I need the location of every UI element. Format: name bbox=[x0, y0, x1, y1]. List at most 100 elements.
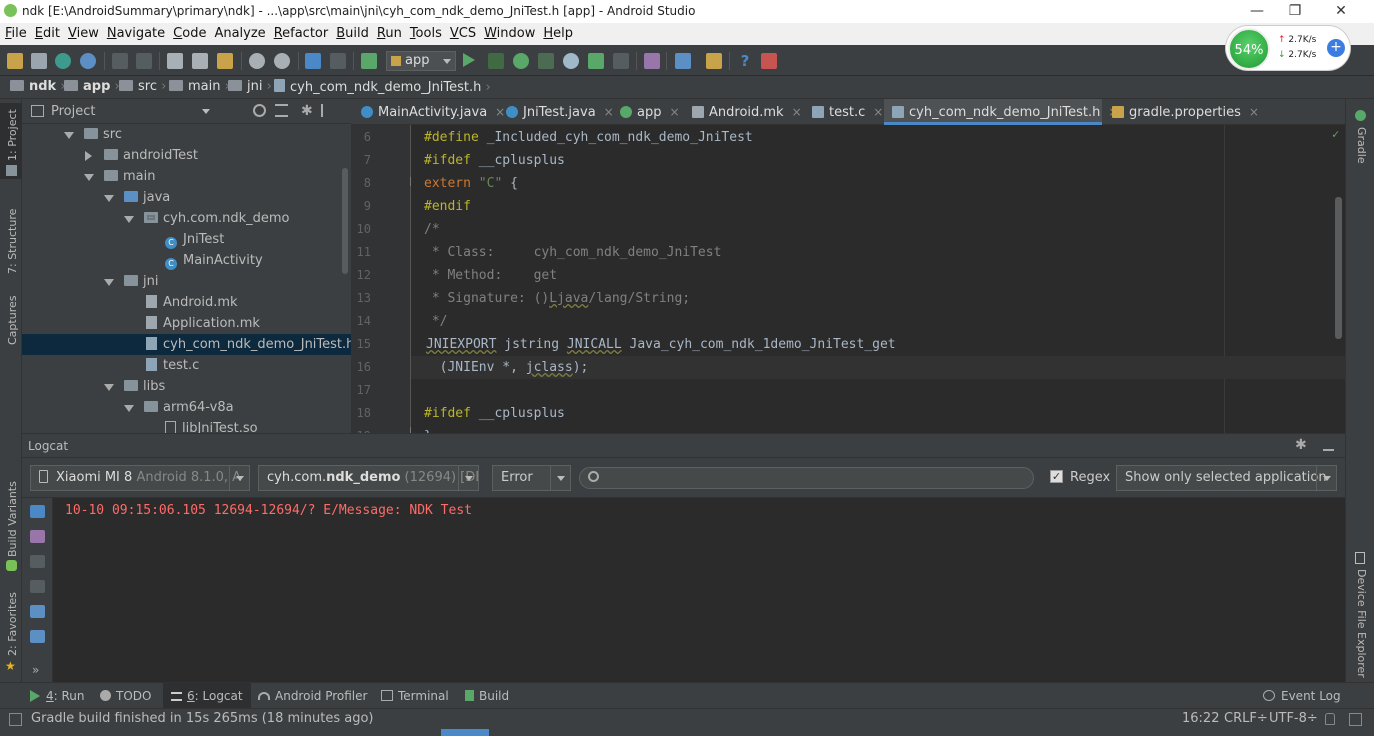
tree-node-jni[interactable]: jni bbox=[104, 271, 158, 292]
tree-node-arm64[interactable]: arm64-v8a bbox=[124, 397, 234, 418]
breadcrumb-src[interactable]: src › bbox=[119, 79, 166, 94]
menu-vcs[interactable]: VCS bbox=[445, 23, 479, 41]
device-file-explorer-tool-tab[interactable]: Device File Explorer bbox=[1355, 569, 1368, 678]
sync-icon[interactable] bbox=[55, 53, 71, 69]
event-log-button[interactable]: Event Log bbox=[1263, 689, 1341, 703]
hector-icon[interactable] bbox=[1349, 713, 1362, 726]
tree-node-libs[interactable]: libs bbox=[104, 376, 165, 397]
project-structure-icon[interactable] bbox=[706, 53, 722, 69]
tool-tab-android-profiler[interactable]: Android Profiler bbox=[258, 689, 367, 703]
tab-test-c[interactable]: test.c × bbox=[804, 99, 883, 125]
breadcrumb-file[interactable]: cyh_com_ndk_demo_JniTest.h › bbox=[274, 79, 491, 95]
device-select[interactable]: Xiaomi MI 8 Android 8.1.0, A bbox=[30, 465, 250, 491]
structure-tool-tab[interactable]: 7: Structure bbox=[6, 209, 19, 274]
breadcrumb-app[interactable]: app › bbox=[64, 79, 120, 94]
tab-gradle-properties[interactable]: gradle.properties × bbox=[1104, 99, 1259, 125]
back-icon[interactable] bbox=[305, 53, 321, 69]
lock-icon[interactable] bbox=[1325, 713, 1335, 725]
replace-icon[interactable] bbox=[274, 53, 290, 69]
paste-icon[interactable] bbox=[217, 53, 233, 69]
tab-mainactivity-java[interactable]: MainActivity.java × bbox=[353, 99, 505, 125]
tool-tab-todo[interactable]: TODO bbox=[100, 689, 151, 703]
captures-tool-tab[interactable]: Captures bbox=[6, 296, 19, 345]
process-select[interactable]: cyh.com.ndk_demo (12694) [DE bbox=[258, 465, 479, 491]
tree-node-jnitest[interactable]: C JniTest bbox=[165, 229, 224, 250]
project-tool-tab[interactable]: 1: Project bbox=[6, 109, 19, 161]
tree-node-androidtest[interactable]: androidTest bbox=[84, 145, 198, 166]
menu-analyze[interactable]: Analyze bbox=[209, 23, 268, 41]
tab-jnitest-h[interactable]: cyh_com_ndk_demo_JniTest.h× bbox=[884, 99, 1118, 125]
tree-node-test-c[interactable]: test.c bbox=[146, 355, 199, 376]
project-view-select[interactable]: Project bbox=[51, 104, 95, 119]
redo-icon[interactable] bbox=[136, 53, 152, 69]
close-tab-icon[interactable]: × bbox=[669, 105, 679, 119]
project-tree-scrollbar[interactable] bbox=[342, 168, 348, 274]
scroll-to-end-icon[interactable] bbox=[30, 530, 45, 543]
restore-button[interactable]: ❐ bbox=[1272, 0, 1318, 23]
tab-jnitest-java[interactable]: JniTest.java × bbox=[498, 99, 614, 125]
close-tab-icon[interactable]: × bbox=[792, 105, 802, 119]
chevron-down-icon[interactable] bbox=[202, 109, 210, 114]
hide-panel-icon[interactable] bbox=[321, 104, 334, 117]
gradle-tool-tab[interactable]: Gradle bbox=[1355, 127, 1368, 164]
build-icon[interactable] bbox=[361, 53, 377, 69]
arrow-down-icon[interactable] bbox=[30, 580, 45, 593]
filter-select[interactable]: Show only selected application bbox=[1116, 465, 1337, 491]
tab-android-mk[interactable]: Android.mk × bbox=[684, 99, 802, 125]
tree-node-package[interactable]: cyh.com.ndk_demo bbox=[124, 208, 290, 229]
menu-refactor[interactable]: Refactor bbox=[269, 23, 332, 41]
profile-icon[interactable] bbox=[538, 53, 554, 69]
breadcrumb-ndk[interactable]: ndk › bbox=[10, 79, 66, 94]
tree-node-application-mk[interactable]: Application.mk bbox=[146, 313, 260, 334]
tool-tab-run[interactable]: 4: Run bbox=[30, 689, 85, 703]
status-message[interactable]: Gradle build finished in 15s 265ms (18 m… bbox=[31, 711, 373, 726]
gear-icon[interactable]: ✱ bbox=[301, 103, 313, 119]
menu-view[interactable]: View bbox=[63, 23, 102, 41]
close-tab-icon[interactable]: × bbox=[873, 105, 883, 119]
tab-app[interactable]: app × bbox=[612, 99, 682, 125]
attach-debugger-icon[interactable] bbox=[563, 53, 579, 69]
line-separator[interactable]: CRLF÷ bbox=[1224, 711, 1268, 726]
menu-code[interactable]: Code bbox=[168, 23, 209, 41]
refresh-icon[interactable] bbox=[80, 53, 96, 69]
breadcrumb-jni[interactable]: jni › bbox=[228, 79, 272, 94]
debug-icon[interactable] bbox=[513, 53, 529, 69]
tool-tab-logcat[interactable]: 6: Logcat bbox=[163, 683, 251, 709]
soft-wrap-icon[interactable] bbox=[30, 605, 45, 618]
find-icon[interactable] bbox=[249, 53, 265, 69]
save-icon[interactable] bbox=[31, 53, 47, 69]
minimize-panel-icon[interactable] bbox=[1323, 440, 1334, 451]
coverage-icon[interactable] bbox=[588, 53, 604, 69]
sdk-manager-icon[interactable] bbox=[675, 53, 691, 69]
collapse-all-icon[interactable] bbox=[275, 104, 288, 117]
build-variants-tool-tab[interactable]: Build Variants bbox=[6, 481, 19, 557]
open-icon[interactable] bbox=[7, 53, 23, 69]
plus-icon[interactable]: + bbox=[1327, 39, 1345, 57]
undo-icon[interactable] bbox=[112, 53, 128, 69]
close-button[interactable]: ✕ bbox=[1318, 0, 1364, 23]
run-configuration-select[interactable]: app bbox=[386, 51, 456, 71]
help-icon[interactable]: ? bbox=[737, 53, 753, 69]
regex-checkbox[interactable]: ✓ bbox=[1050, 470, 1063, 483]
stop-icon[interactable] bbox=[613, 53, 629, 69]
clear-logcat-icon[interactable] bbox=[30, 505, 45, 518]
menu-file[interactable]: File bbox=[0, 23, 30, 41]
tree-node-src[interactable]: src bbox=[64, 124, 122, 145]
scroll-from-source-icon[interactable] bbox=[253, 104, 266, 117]
gear-icon[interactable]: ✱ bbox=[1295, 437, 1307, 453]
logcat-output[interactable]: 10-10 09:15:06.105 12694-12694/? E/Messa… bbox=[53, 498, 1345, 682]
code-editor[interactable]: #define _Included_cyh_com_ndk_demo_JniTe… bbox=[411, 125, 1345, 433]
menu-tools[interactable]: Tools bbox=[405, 23, 445, 41]
tree-node-main[interactable]: main bbox=[84, 166, 155, 187]
menu-run[interactable]: Run bbox=[372, 23, 405, 41]
cut-icon[interactable] bbox=[167, 53, 183, 69]
logcat-search-input[interactable] bbox=[579, 467, 1034, 489]
close-tab-icon[interactable]: × bbox=[1249, 105, 1259, 119]
avd-manager-icon[interactable] bbox=[644, 53, 660, 69]
breadcrumb-main[interactable]: main › bbox=[169, 79, 230, 94]
favorites-tool-tab[interactable]: 2: Favorites bbox=[6, 592, 19, 656]
file-encoding[interactable]: UTF-8÷ bbox=[1269, 711, 1318, 726]
forward-icon[interactable] bbox=[330, 53, 346, 69]
editor-scrollbar[interactable] bbox=[1335, 197, 1342, 339]
copy-icon[interactable] bbox=[192, 53, 208, 69]
